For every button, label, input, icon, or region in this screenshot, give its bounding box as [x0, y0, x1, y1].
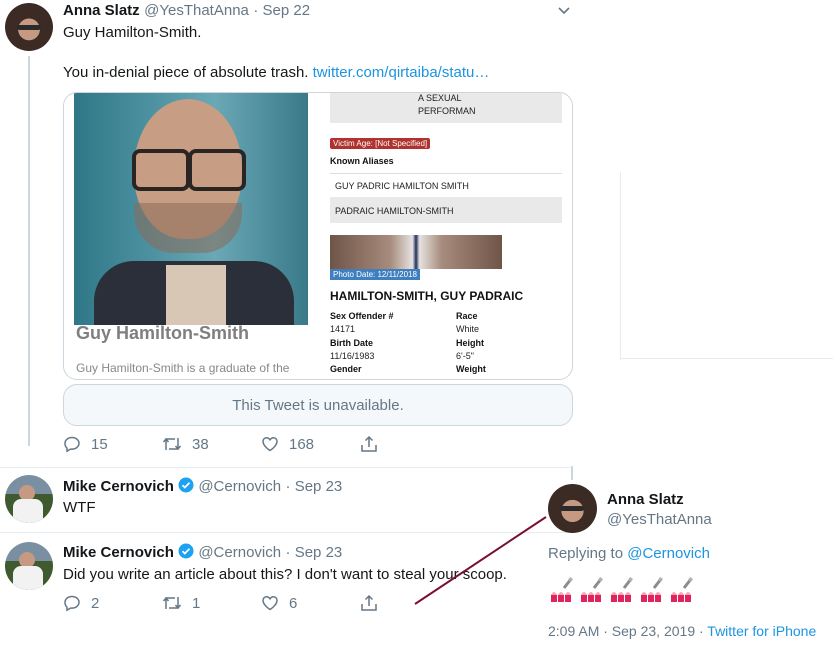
annotation-line	[414, 516, 547, 605]
